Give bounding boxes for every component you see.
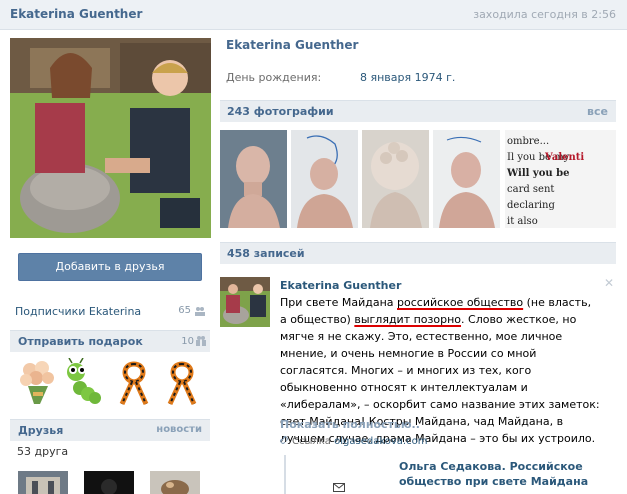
photo-thumb[interactable] — [220, 130, 287, 228]
birthday-value[interactable]: 8 января 1974 г. — [360, 71, 455, 84]
photo-thumb[interactable] — [362, 130, 429, 228]
gifts-title[interactable]: Отправить подарок — [18, 335, 143, 348]
people-icon — [195, 306, 205, 316]
attachment-quote-bar — [284, 455, 286, 494]
show-more-link[interactable]: Показать полностью.. — [280, 418, 420, 431]
gift-st-george-ribbon[interactable] — [112, 358, 156, 408]
wall-title[interactable]: 458 записей — [227, 247, 305, 260]
link-url[interactable]: olgasedakova.com — [334, 436, 427, 447]
friend-avatar[interactable] — [84, 471, 134, 494]
gift-st-george-ribbon-2[interactable] — [160, 358, 204, 408]
gifts-header: Отправить подарок 10 — [10, 330, 210, 352]
svg-text:ombre...: ombre... — [507, 136, 549, 147]
add-friend-button[interactable]: Добавить в друзья — [18, 253, 202, 281]
gifts-row — [14, 357, 210, 410]
gift-icon — [196, 336, 206, 346]
post-text-highlight: российское общество — [397, 296, 524, 309]
attachment-title[interactable]: Ольга Седакова. Российское общество при … — [399, 459, 614, 489]
photo-thumb-text[interactable]: ombre... Il you be my Will you be card sent… — [505, 130, 616, 228]
friend-avatar[interactable] — [150, 471, 200, 494]
topbar-user-name[interactable]: Ekaterina Guenther — [10, 7, 142, 21]
post-link-line: Ссылка olgasedakova.com — [279, 435, 427, 447]
profile-topbar: Ekaterina Guenther заходила сегодня в 2:… — [0, 0, 627, 30]
photos-title[interactable]: 243 фотографии — [227, 105, 334, 118]
photos-all-link[interactable]: все — [587, 105, 608, 118]
friends-count: 53 друга — [17, 445, 69, 458]
profile-name: Ekaterina Guenther — [226, 38, 359, 52]
svg-text:Will you be: Will you be — [506, 168, 570, 179]
subscribers-label[interactable]: Подписчики Ekaterina — [15, 305, 141, 318]
last-seen-status: заходила сегодня в 2:56 — [473, 8, 616, 21]
photos-header: 243 фотографии все — [220, 100, 616, 122]
profile-photo[interactable] — [10, 38, 211, 238]
friends-news-link[interactable]: новости — [156, 424, 202, 435]
svg-text:card sent: card sent — [507, 184, 554, 195]
post-author-avatar[interactable] — [220, 277, 270, 327]
gift-bouquet[interactable] — [16, 358, 60, 408]
friends-header: Друзья новости — [10, 419, 210, 441]
envelope-icon — [333, 482, 345, 492]
svg-text:Valenti: Valenti — [544, 152, 584, 163]
gifts-count: 10 — [181, 336, 194, 347]
birthday-label: День рождения: — [226, 71, 322, 84]
post-text-highlight: выглядит позорно — [354, 313, 462, 326]
friends-title[interactable]: Друзья — [18, 424, 63, 437]
friend-avatar[interactable] — [18, 471, 68, 494]
link-prefix: Ссылка — [292, 436, 331, 447]
subscribers-row[interactable]: Подписчики Ekaterina 65 — [15, 305, 205, 319]
gift-caterpillar[interactable] — [62, 357, 106, 408]
svg-text:it also: it also — [507, 216, 538, 227]
close-icon[interactable]: ✕ — [604, 276, 614, 290]
photo-thumb[interactable] — [433, 130, 500, 228]
wall-header: 458 записей — [220, 242, 616, 264]
svg-text:declaring: declaring — [507, 200, 555, 211]
link-icon — [279, 435, 289, 445]
subscribers-count: 65 — [178, 305, 191, 316]
post-author-name[interactable]: Ekaterina Guenther — [280, 279, 401, 292]
post-text-segment: При свете Майдана — [280, 296, 398, 309]
photo-thumb[interactable] — [291, 130, 358, 228]
